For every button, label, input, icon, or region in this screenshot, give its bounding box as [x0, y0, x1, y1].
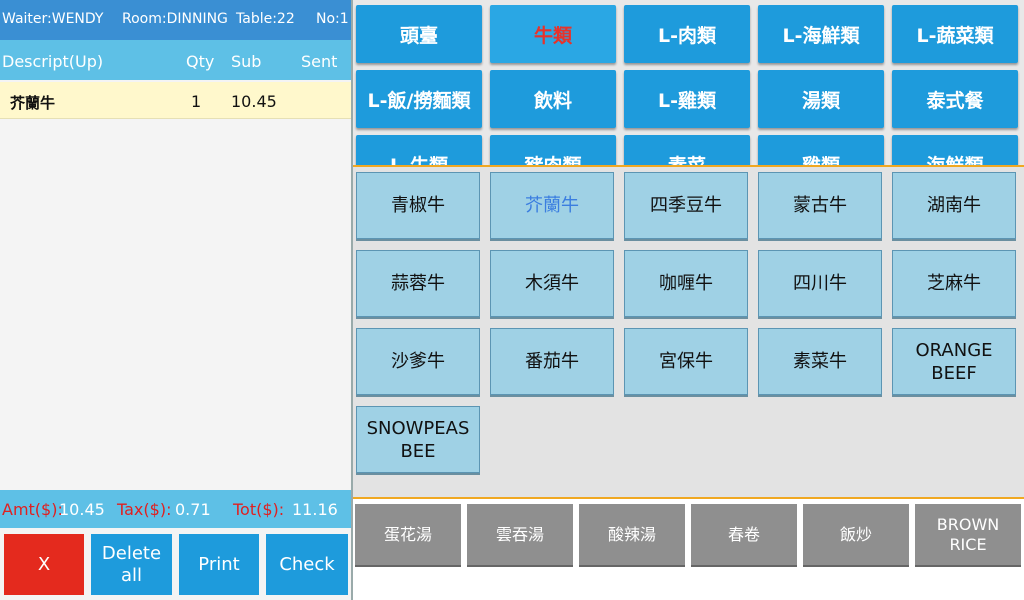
- menu-item-button[interactable]: 番茄牛: [490, 328, 614, 395]
- menu-item-button[interactable]: 青椒牛: [356, 172, 480, 239]
- amount-label: Amt($):: [2, 500, 63, 519]
- order-header: Waiter:WENDY Room:DINNING Table:22 No:1: [0, 0, 351, 40]
- menu-item-button[interactable]: 湖南牛: [892, 172, 1016, 239]
- col-description[interactable]: Descript(Up): [2, 52, 103, 71]
- delete-all-button[interactable]: Delete all: [91, 534, 172, 595]
- category-button[interactable]: L-海鮮類: [758, 5, 884, 63]
- category-button[interactable]: 素菜: [624, 135, 750, 165]
- menu-item-button[interactable]: 芝麻牛: [892, 250, 1016, 317]
- check-button[interactable]: Check: [266, 534, 348, 595]
- tax-label: Tax($):: [117, 500, 172, 519]
- order-column-header: Descript(Up) Qty Sub Sent: [0, 40, 351, 80]
- order-list: 芥蘭牛 1 10.45: [0, 80, 351, 488]
- order-item-sub: 10.45: [231, 92, 277, 111]
- side-item-button[interactable]: 酸辣湯: [579, 504, 685, 565]
- total-value: 11.16: [292, 500, 338, 519]
- cancel-x-button[interactable]: X: [4, 534, 84, 595]
- category-button[interactable]: 豬肉類: [490, 135, 616, 165]
- waiter-label: Waiter:WENDY: [2, 11, 104, 27]
- side-item-button[interactable]: 蛋花湯: [355, 504, 461, 565]
- total-label: Tot($):: [233, 500, 285, 519]
- menu-item-button[interactable]: 蒙古牛: [758, 172, 882, 239]
- order-number-label: No:1: [316, 11, 349, 27]
- room-label: Room:DINNING: [122, 11, 228, 27]
- category-button[interactable]: 湯類: [758, 70, 884, 128]
- menu-item-button[interactable]: 四川牛: [758, 250, 882, 317]
- menu-item-button[interactable]: 沙爹牛: [356, 328, 480, 395]
- category-button[interactable]: 泰式餐: [892, 70, 1018, 128]
- menu-item-button[interactable]: ORANGE BEEF: [892, 328, 1016, 395]
- category-button[interactable]: 海鮮類: [892, 135, 1018, 165]
- col-sent: Sent: [301, 52, 338, 71]
- order-item-name: 芥蘭牛: [10, 94, 56, 112]
- category-button[interactable]: L-蔬菜類: [892, 5, 1018, 63]
- side-item-button[interactable]: 春卷: [691, 504, 797, 565]
- category-button[interactable]: 頭臺: [356, 5, 482, 63]
- menu-item-button[interactable]: 宮保牛: [624, 328, 748, 395]
- menu-item-button[interactable]: 咖喱牛: [624, 250, 748, 317]
- order-row[interactable]: 芥蘭牛 1 10.45: [0, 82, 351, 119]
- tax-value: 0.71: [175, 500, 211, 519]
- menu-item-grid: 青椒牛 芥蘭牛 四季豆牛 蒙古牛 湖南牛 蒜蓉牛 木須牛 咖喱牛 四川牛 芝麻牛…: [353, 167, 1024, 497]
- menu-item-button[interactable]: 蒜蓉牛: [356, 250, 480, 317]
- category-button[interactable]: L-飯/撈麵類: [356, 70, 482, 128]
- totals-bar: Amt($): 10.45 Tax($): 0.71 Tot($): 11.16: [0, 490, 351, 528]
- menu-item-button-selected[interactable]: 芥蘭牛: [490, 172, 614, 239]
- menu-item-button[interactable]: 四季豆牛: [624, 172, 748, 239]
- category-button[interactable]: L-牛類: [356, 135, 482, 165]
- order-panel: Waiter:WENDY Room:DINNING Table:22 No:1 …: [0, 0, 351, 600]
- category-button[interactable]: 雞類: [758, 135, 884, 165]
- side-item-button[interactable]: 飯炒: [803, 504, 909, 565]
- side-item-button[interactable]: 雲吞湯: [467, 504, 573, 565]
- category-button[interactable]: 飲料: [490, 70, 616, 128]
- menu-item-button[interactable]: 木須牛: [490, 250, 614, 317]
- print-button[interactable]: Print: [179, 534, 259, 595]
- menu-item-button[interactable]: 素菜牛: [758, 328, 882, 395]
- category-button-active[interactable]: 牛類: [490, 5, 616, 63]
- amount-value: 10.45: [59, 500, 105, 519]
- col-qty: Qty: [186, 52, 215, 71]
- category-button[interactable]: L-雞類: [624, 70, 750, 128]
- category-grid: 頭臺 牛類 L-肉類 L-海鮮類 L-蔬菜類 L-飯/撈麵類 飲料 L-雞類 湯…: [353, 0, 1024, 165]
- side-item-row: 蛋花湯 雲吞湯 酸辣湯 春卷 飯炒 BROWN RICE: [353, 499, 1024, 600]
- category-button[interactable]: L-肉類: [624, 5, 750, 63]
- table-label: Table:22: [236, 11, 295, 27]
- col-sub: Sub: [231, 52, 262, 71]
- menu-item-button[interactable]: SNOWPEAS BEE: [356, 406, 480, 473]
- order-item-qty: 1: [191, 92, 202, 111]
- side-item-button[interactable]: BROWN RICE: [915, 504, 1021, 565]
